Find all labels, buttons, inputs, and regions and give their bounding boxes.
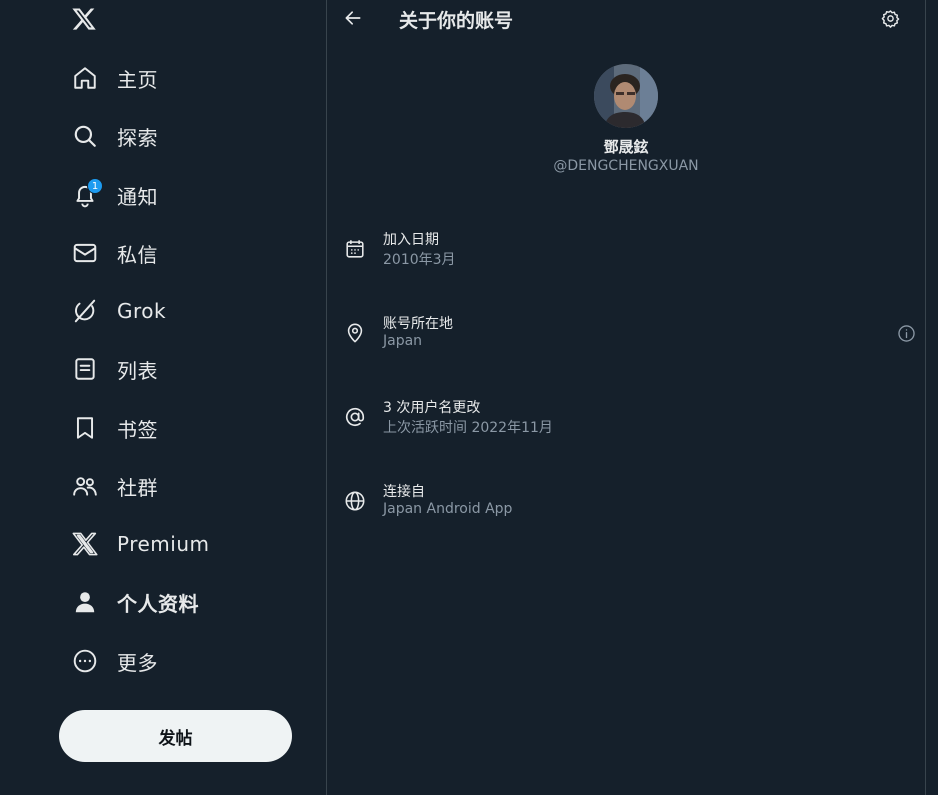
grok-icon bbox=[72, 298, 98, 324]
back-arrow-icon bbox=[343, 8, 363, 28]
sidebar-item-label: 社群 bbox=[117, 475, 158, 500]
sidebar-item-premium[interactable]: Premium bbox=[58, 519, 224, 569]
account-location-row: 账号所在地 Japan bbox=[343, 313, 915, 357]
sidebar-item-explore[interactable]: 探索 bbox=[58, 111, 172, 161]
detail-title: 3 次用户名更改 bbox=[383, 400, 481, 416]
profile-icon bbox=[72, 589, 98, 615]
list-icon bbox=[72, 356, 98, 382]
detail-title: 连接自 bbox=[383, 484, 425, 500]
sidebar-item-bookmarks[interactable]: 书签 bbox=[58, 403, 172, 453]
sidebar: 主页 探索 1 通知 私信 Grok 列表 书签 社群 Premium 个人资料… bbox=[0, 0, 326, 795]
detail-value: 2010年3月 bbox=[383, 252, 456, 268]
sidebar-item-label: Premium bbox=[117, 532, 210, 556]
joined-date-row: 加入日期 2010年3月 bbox=[343, 229, 909, 273]
info-icon[interactable] bbox=[895, 322, 917, 344]
sidebar-item-lists[interactable]: 列表 bbox=[58, 344, 172, 394]
display-name: 鄧晟鉉 bbox=[603, 138, 649, 156]
sidebar-item-more[interactable]: 更多 bbox=[58, 636, 172, 686]
main-column: 关于你的账号 鄧晟鉉 @DENGCHENGXUAN 加入日期 2010年3月 账… bbox=[327, 0, 925, 795]
search-icon bbox=[72, 123, 98, 149]
sidebar-item-label: 书签 bbox=[117, 417, 158, 442]
detail-title: 账号所在地 bbox=[383, 316, 453, 332]
settings-button[interactable] bbox=[879, 7, 901, 29]
sidebar-item-label: Grok bbox=[117, 299, 167, 323]
user-handle: @DENGCHENGXUAN bbox=[553, 158, 699, 174]
detail-value: Japan bbox=[383, 333, 423, 349]
avatar[interactable] bbox=[594, 64, 658, 128]
app-root: 主页 探索 1 通知 私信 Grok 列表 书签 社群 Premium 个人资料… bbox=[0, 0, 938, 795]
bookmark-icon bbox=[72, 415, 98, 441]
x-premium-icon bbox=[72, 531, 98, 557]
sidebar-item-messages[interactable]: 私信 bbox=[58, 228, 172, 278]
at-icon bbox=[343, 405, 367, 429]
connected-via-row: 连接自 Japan Android App bbox=[343, 481, 909, 525]
page-title: 关于你的账号 bbox=[399, 10, 514, 32]
communities-icon bbox=[72, 473, 98, 499]
sidebar-item-home[interactable]: 主页 bbox=[58, 53, 172, 103]
sidebar-item-label: 探索 bbox=[117, 125, 158, 150]
home-icon bbox=[72, 65, 98, 91]
column-divider bbox=[925, 0, 926, 795]
location-icon bbox=[343, 321, 367, 345]
back-button[interactable] bbox=[341, 6, 365, 30]
post-button[interactable]: 发帖 bbox=[59, 710, 292, 762]
sidebar-item-label: 列表 bbox=[117, 358, 158, 383]
globe-icon bbox=[343, 489, 367, 513]
notification-badge: 1 bbox=[87, 178, 103, 194]
detail-value: Japan Android App bbox=[383, 501, 513, 517]
sidebar-item-grok[interactable]: Grok bbox=[58, 286, 180, 336]
sidebar-item-label: 私信 bbox=[117, 242, 158, 267]
detail-title: 加入日期 bbox=[383, 232, 439, 248]
sidebar-item-label: 通知 bbox=[117, 184, 158, 209]
x-logo-icon[interactable] bbox=[71, 6, 97, 32]
detail-value: 上次活跃时间 2022年11月 bbox=[383, 420, 553, 436]
username-changes-row: 3 次用户名更改 上次活跃时间 2022年11月 bbox=[343, 397, 909, 441]
calendar-icon bbox=[343, 237, 367, 261]
sidebar-item-communities[interactable]: 社群 bbox=[58, 461, 172, 511]
sidebar-item-label: 更多 bbox=[117, 650, 158, 675]
more-icon bbox=[72, 648, 98, 674]
bell-icon: 1 bbox=[72, 178, 103, 208]
gear-icon bbox=[881, 9, 900, 28]
sidebar-item-notifications[interactable]: 1 通知 bbox=[58, 170, 172, 220]
mail-icon bbox=[72, 240, 98, 266]
sidebar-item-profile[interactable]: 个人资料 bbox=[58, 577, 213, 627]
sidebar-item-label: 个人资料 bbox=[117, 591, 199, 616]
sidebar-item-label: 主页 bbox=[117, 67, 158, 92]
